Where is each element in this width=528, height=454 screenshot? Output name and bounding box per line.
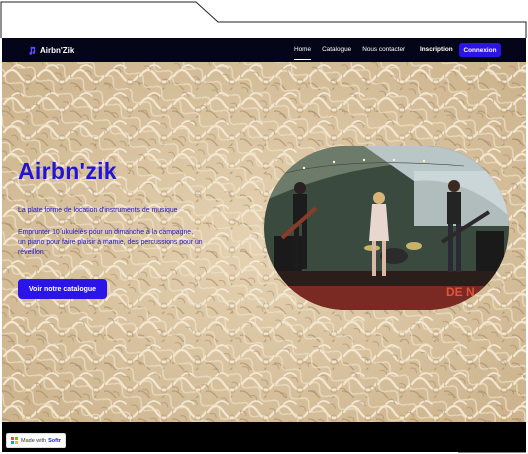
brand-name: Airbn'Zik bbox=[40, 45, 75, 55]
made-with-label: Made with bbox=[21, 437, 47, 444]
hero-tagline: La plate forme de location d'instruments… bbox=[18, 207, 178, 214]
top-navbar: Airbn'Zik Home Catalogue Nous contacter … bbox=[2, 38, 526, 62]
hero-description: Emprunter 10 ukulélés pour un dimanche à… bbox=[18, 228, 238, 258]
nav-link-catalogue[interactable]: Catalogue bbox=[322, 38, 351, 62]
signup-link[interactable]: Inscription bbox=[420, 38, 453, 62]
nav-link-contact[interactable]: Nous contacter bbox=[362, 38, 405, 62]
made-with-softr-badge[interactable]: Made with Softr bbox=[6, 433, 66, 448]
nav-link-home[interactable]: Home bbox=[294, 38, 312, 62]
softr-logo-icon bbox=[11, 437, 18, 444]
brand-logo[interactable]: Airbn'Zik bbox=[28, 46, 74, 55]
website-page: Airbn'Zik Home Catalogue Nous contacter … bbox=[2, 38, 526, 452]
band-concert-photo: DE N bbox=[264, 146, 509, 310]
description-line: Emprunter 10 ukulélés pour un dimanche à… bbox=[18, 229, 194, 236]
hero-section: Airbn'zik La plate forme de location d'i… bbox=[2, 62, 526, 422]
description-line: un piano pour faire plaisir à mamie, des… bbox=[18, 239, 203, 246]
description-line: réveillon bbox=[18, 249, 44, 256]
hero-title: Airbn'zik bbox=[18, 158, 117, 184]
softr-brand-label: Softr bbox=[48, 437, 61, 444]
view-catalogue-button[interactable]: Voir notre catalogue bbox=[18, 279, 107, 299]
login-button[interactable]: Connexion bbox=[459, 43, 501, 57]
concert-illustration: DE N bbox=[264, 146, 509, 310]
svg-text:DE N: DE N bbox=[446, 285, 475, 299]
music-note-icon bbox=[29, 46, 36, 55]
nav-links: Home Catalogue Nous contacter bbox=[294, 38, 416, 62]
